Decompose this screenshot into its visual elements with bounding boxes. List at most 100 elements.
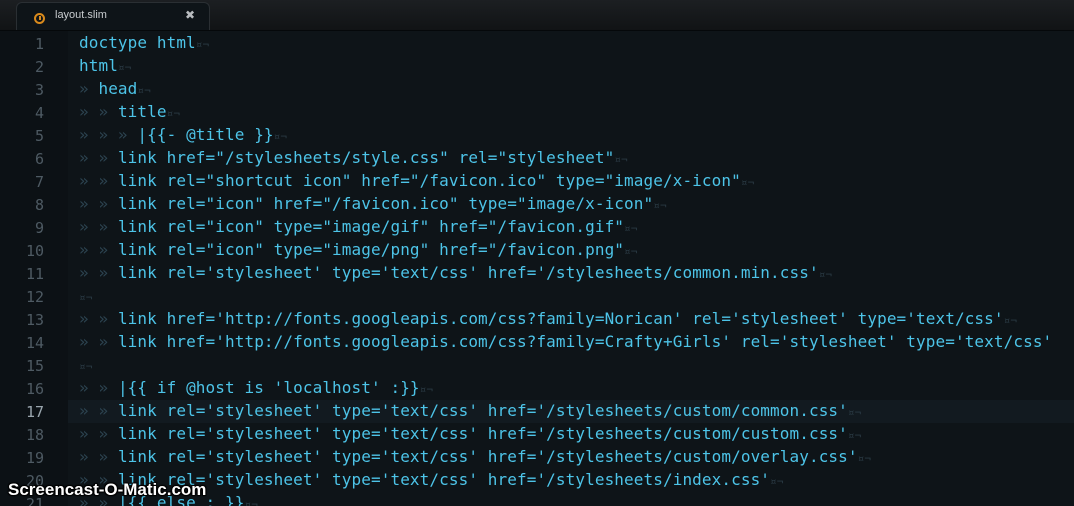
eol-marker: ¤¬ — [244, 498, 258, 506]
indent-guide: » » — [79, 171, 118, 190]
eol-marker: ¤¬ — [79, 360, 93, 373]
eol-marker: ¤¬ — [419, 383, 434, 396]
line-number: 2 — [34, 58, 44, 76]
code-content: head — [98, 79, 138, 98]
code-line[interactable]: 18 » » link rel='stylesheet' type='text/c… — [0, 423, 1074, 446]
eol-marker: ¤¬ — [624, 222, 638, 235]
code-line[interactable]: 19 » » link rel='stylesheet' type='text/c… — [0, 446, 1074, 469]
code-content: link rel='stylesheet' type='text/css' hr… — [117, 263, 819, 282]
code-line[interactable]: 17 » » link rel='stylesheet' type='text/c… — [0, 400, 1074, 423]
indent-guide: » » — [79, 148, 118, 167]
code-line[interactable]: 8 » » link rel="icon" href="/favicon.ico"… — [0, 193, 1074, 216]
code-text: html¤¬ — [79, 56, 131, 78]
eol-marker: ¤¬ — [653, 199, 667, 212]
eol-marker: ¤¬ — [847, 406, 862, 419]
close-tab-icon[interactable]: ✖ — [185, 8, 195, 22]
watermark: Screencast-O-Matic.com — [8, 480, 207, 499]
indent-guide: » » — [79, 378, 118, 397]
code-text: » head¤¬ — [79, 79, 151, 101]
code-line[interactable]: 7 » » link rel="shortcut icon" href="/fav… — [0, 170, 1074, 193]
code-content: link rel='stylesheet' type='text/css' hr… — [117, 424, 848, 443]
code-line[interactable]: 14 » » link href='http://fonts.googleapis… — [0, 331, 1074, 354]
tab-bar: layout.slim ✖ — [0, 0, 1074, 31]
code-line[interactable]: 13 » » link href='http://fonts.googleapis… — [0, 308, 1074, 331]
eol-marker: ¤¬ — [847, 429, 862, 442]
line-number: 11 — [25, 265, 44, 283]
line-number: 19 — [25, 449, 44, 467]
line-number: 15 — [25, 357, 44, 375]
line-number: 3 — [34, 81, 44, 99]
code-content: doctype html — [79, 33, 196, 52]
eol-marker: ¤¬ — [770, 475, 784, 488]
line-number: 10 — [25, 242, 44, 260]
code-line[interactable]: 4 » » title¤¬ — [0, 101, 1074, 124]
code-text: » » link href='http://fonts.googleapis.c… — [79, 309, 1017, 331]
code-line[interactable]: 15 ¤¬ — [0, 354, 1074, 377]
code-content: link href='http://fonts.googleapis.com/c… — [117, 309, 1004, 328]
slim-file-icon — [34, 13, 45, 24]
indent-guide: » » — [79, 240, 118, 259]
code-content: link rel='stylesheet' type='text/css' hr… — [117, 401, 848, 420]
line-number: 18 — [25, 426, 44, 444]
code-text: » » link rel="icon" href="/favicon.ico" … — [79, 194, 667, 216]
code-line[interactable]: 12 ¤¬ — [0, 285, 1074, 308]
code-line[interactable]: 16 » » |{{ if @host is 'localhost' :}}¤¬ — [0, 377, 1074, 400]
code-text: ¤¬ — [79, 355, 92, 377]
eol-marker: ¤¬ — [740, 176, 755, 189]
code-line[interactable]: 11 » » link rel='stylesheet' type='text/c… — [0, 262, 1074, 285]
code-text: » » link rel="shortcut icon" href="/favi… — [79, 171, 754, 193]
code-text: » » » |{{- @title }}¤¬ — [79, 125, 287, 147]
code-line[interactable]: 9 » » link rel="icon" type="image/gif" hr… — [0, 216, 1074, 239]
eol-marker: ¤¬ — [1003, 314, 1018, 327]
indent-guide: » » — [79, 332, 118, 351]
eol-marker: ¤¬ — [614, 153, 628, 166]
code-line[interactable]: 3 » head¤¬ — [0, 78, 1074, 101]
indent-guide: » — [79, 79, 99, 98]
code-line[interactable]: 1 doctype html¤¬ — [0, 32, 1074, 55]
code-content: link rel="icon" type="image/png" href="/… — [117, 240, 625, 259]
line-number: 8 — [34, 196, 44, 214]
indent-guide: » » » — [79, 125, 138, 144]
line-number: 9 — [34, 219, 44, 237]
code-content: link rel="icon" href="/favicon.ico" type… — [117, 194, 654, 213]
code-content: |{{ if @host is 'localhost' :}} — [117, 378, 420, 397]
eol-marker: ¤¬ — [117, 61, 132, 74]
code-line[interactable]: 2 html¤¬ — [0, 55, 1074, 78]
indent-guide: » » — [79, 194, 118, 213]
code-line[interactable]: 5 » » » |{{- @title }}¤¬ — [0, 124, 1074, 147]
eol-marker: ¤¬ — [195, 38, 210, 51]
code-content: link rel='stylesheet' type='text/css' hr… — [117, 470, 771, 489]
code-content: link href="/stylesheets/style.css" rel="… — [117, 148, 615, 167]
tab-layout-slim[interactable]: layout.slim ✖ — [16, 2, 210, 30]
line-number: 7 — [34, 173, 44, 191]
eol-marker: ¤¬ — [624, 245, 638, 258]
code-text: » » link rel='stylesheet' type='text/css… — [79, 263, 832, 285]
code-line[interactable]: 10 » » link rel="icon" type="image/png" h… — [0, 239, 1074, 262]
tab-label: layout.slim — [55, 9, 107, 21]
code-line[interactable]: 6 » » link href="/stylesheets/style.css" … — [0, 147, 1074, 170]
code-editor[interactable]: 1 doctype html¤¬ 2 html¤¬ 3» head¤¬ 4» » titl… — [0, 31, 1074, 506]
code-text: » » link href='http://fonts.googleapis.c… — [79, 332, 1052, 352]
code-text: doctype html¤¬ — [79, 33, 209, 55]
code-text: » » link rel="icon" type="image/gif" hre… — [79, 217, 638, 239]
line-number: 14 — [25, 334, 44, 352]
eol-marker: ¤¬ — [857, 452, 872, 465]
indent-guide: » » — [79, 309, 118, 328]
code-text: » » link rel='stylesheet' type='text/css… — [79, 447, 871, 469]
code-text: » » link rel="icon" type="image/png" hre… — [79, 240, 638, 262]
code-content: link rel="shortcut icon" href="/favicon.… — [117, 171, 741, 190]
line-number: 5 — [34, 127, 44, 145]
line-number: 17 — [25, 403, 44, 421]
code-text: » » |{{ if @host is 'localhost' :}}¤¬ — [79, 378, 433, 400]
code-content: link href='http://fonts.googleapis.com/c… — [117, 332, 1053, 351]
indent-guide: » » — [79, 217, 118, 236]
indent-guide: » » — [79, 424, 118, 443]
line-number: 6 — [34, 150, 44, 168]
code-text: ¤¬ — [79, 286, 92, 308]
code-content: title — [117, 102, 167, 121]
code-text: » » link rel='stylesheet' type='text/css… — [79, 424, 861, 446]
code-content: |{{- @title }} — [137, 125, 274, 144]
eol-marker: ¤¬ — [818, 268, 833, 281]
line-number: 12 — [25, 288, 44, 306]
line-number: 16 — [25, 380, 44, 398]
